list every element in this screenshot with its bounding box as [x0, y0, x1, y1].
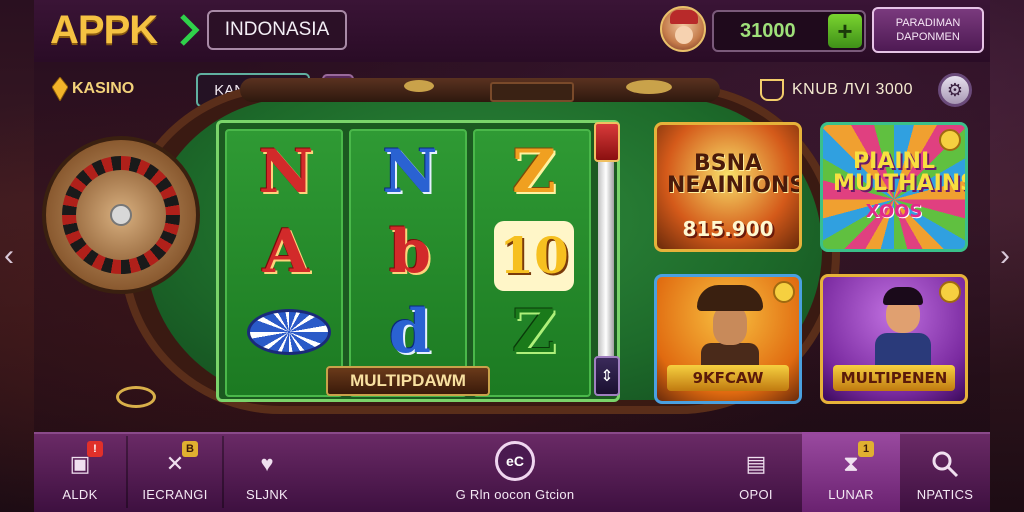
game-jackpot: 815.900: [682, 217, 774, 241]
slot-symbol: b: [389, 217, 431, 287]
gift-icon: ▣!: [63, 441, 103, 481]
app-logo: APPK: [50, 8, 158, 52]
nav-label: NPATICS: [916, 487, 974, 502]
nav-item-opoi[interactable]: ▤ OPOI: [712, 432, 800, 512]
chip-icon: eC: [495, 441, 535, 481]
chip-tray: [490, 82, 574, 102]
section-title[interactable]: KASINO: [52, 74, 134, 104]
game-subtitle: XOOS: [865, 201, 923, 222]
game-title: MULTIPENEN: [833, 365, 955, 391]
add-balance-button[interactable]: +: [828, 14, 862, 48]
coin-icon: [626, 80, 672, 94]
slot-reel: Z 10 Z: [473, 129, 591, 397]
coin-icon: [939, 281, 961, 303]
game-title: BSNA NEAINIONS: [667, 151, 802, 198]
game-card[interactable]: MULTIPENEN: [820, 274, 968, 404]
nav-label: IECRANGI: [142, 487, 208, 502]
slot-symbol: Z: [512, 137, 556, 207]
cup-icon: [760, 79, 784, 101]
bonus-text: KNUB ЛVI 3000: [792, 81, 914, 98]
notification-badge: !: [87, 441, 103, 457]
diamond-icon: [52, 77, 68, 101]
heart-icon: ♥: [260, 451, 274, 476]
nav-label: ALDK: [62, 487, 98, 502]
slot-machine[interactable]: N A N b d Z 10 Z: [216, 120, 620, 402]
avatar[interactable]: [660, 6, 706, 52]
slot-title: MULTIPDAWM: [326, 366, 490, 396]
chevron-left-icon[interactable]: ‹: [4, 240, 24, 272]
slot-symbol: N: [258, 137, 314, 207]
slot-symbol: d: [389, 297, 431, 367]
person-icon: [873, 287, 933, 367]
chevron-right-icon[interactable]: ›: [1000, 240, 1020, 272]
slot-symbol: N: [382, 137, 438, 207]
game-card[interactable]: 9KFCAW: [654, 274, 802, 404]
game-title: PIAINL MULTHAINS: [833, 149, 968, 196]
country-selector[interactable]: INDONASIA: [207, 10, 347, 50]
nav-label: G Rln oocon Gtcion: [455, 487, 575, 502]
slot-reel: N b d: [349, 129, 467, 397]
coin-icon: [404, 80, 434, 92]
settings-icon[interactable]: ⚙: [938, 73, 972, 107]
nav-item-lunar[interactable]: ⧗ 1 LUNAR: [802, 432, 900, 512]
lever-handle[interactable]: [594, 122, 620, 162]
game-title: 9KFCAW: [667, 365, 789, 391]
slot-reel: N A: [225, 129, 343, 397]
game-card[interactable]: BSNA NEAINIONS 815.900: [654, 122, 802, 252]
promo-button[interactable]: PARADIMAN DAPONMEN: [872, 7, 984, 53]
ring-icon: [116, 386, 156, 408]
avatar-hat: [670, 10, 698, 24]
nav-label: SLJNK: [246, 487, 288, 502]
nav-item-npatics[interactable]: NPATICS: [900, 432, 990, 512]
nav-item-sljnk[interactable]: ♥ SLJNK: [224, 432, 310, 512]
coin-icon: [939, 129, 961, 151]
notification-badge: B: [182, 441, 198, 457]
chevron-right-icon[interactable]: [176, 12, 202, 48]
share-icon: ✕ B: [158, 441, 198, 481]
nav-label: OPOI: [739, 487, 773, 502]
nav-label: LUNAR: [828, 487, 874, 502]
roulette-hub: [110, 204, 132, 226]
game-card[interactable]: PIAINL MULTHAINS XOOS: [820, 122, 968, 252]
slot-lever-bar: [598, 160, 614, 360]
expand-icon[interactable]: ⇕: [594, 356, 620, 396]
search-icon: [928, 447, 962, 481]
slot-symbol: A: [262, 217, 310, 287]
cowboy-icon: [697, 285, 763, 373]
slot-symbol: 10: [494, 221, 574, 291]
poker-chips-icon: [247, 309, 331, 355]
avatar-face: [675, 26, 693, 44]
section-label: KASINO: [72, 80, 135, 97]
nav-item-aldk[interactable]: ▣! ALDK: [34, 432, 126, 512]
bonus-info: KNUB ЛVI 3000: [760, 74, 913, 106]
coin-icon: [773, 281, 795, 303]
nav-item-center[interactable]: eC G Rln oocon Gtcion: [420, 432, 610, 512]
nav-item-iecrangi[interactable]: ✕ B IECRANGI: [128, 432, 222, 512]
chest-icon: ▤: [745, 451, 767, 476]
notification-badge: 1: [858, 441, 874, 457]
slot-symbol: Z: [512, 297, 556, 367]
hourglass-icon: ⧗ 1: [834, 441, 874, 481]
roulette-wheel[interactable]: [42, 136, 200, 294]
